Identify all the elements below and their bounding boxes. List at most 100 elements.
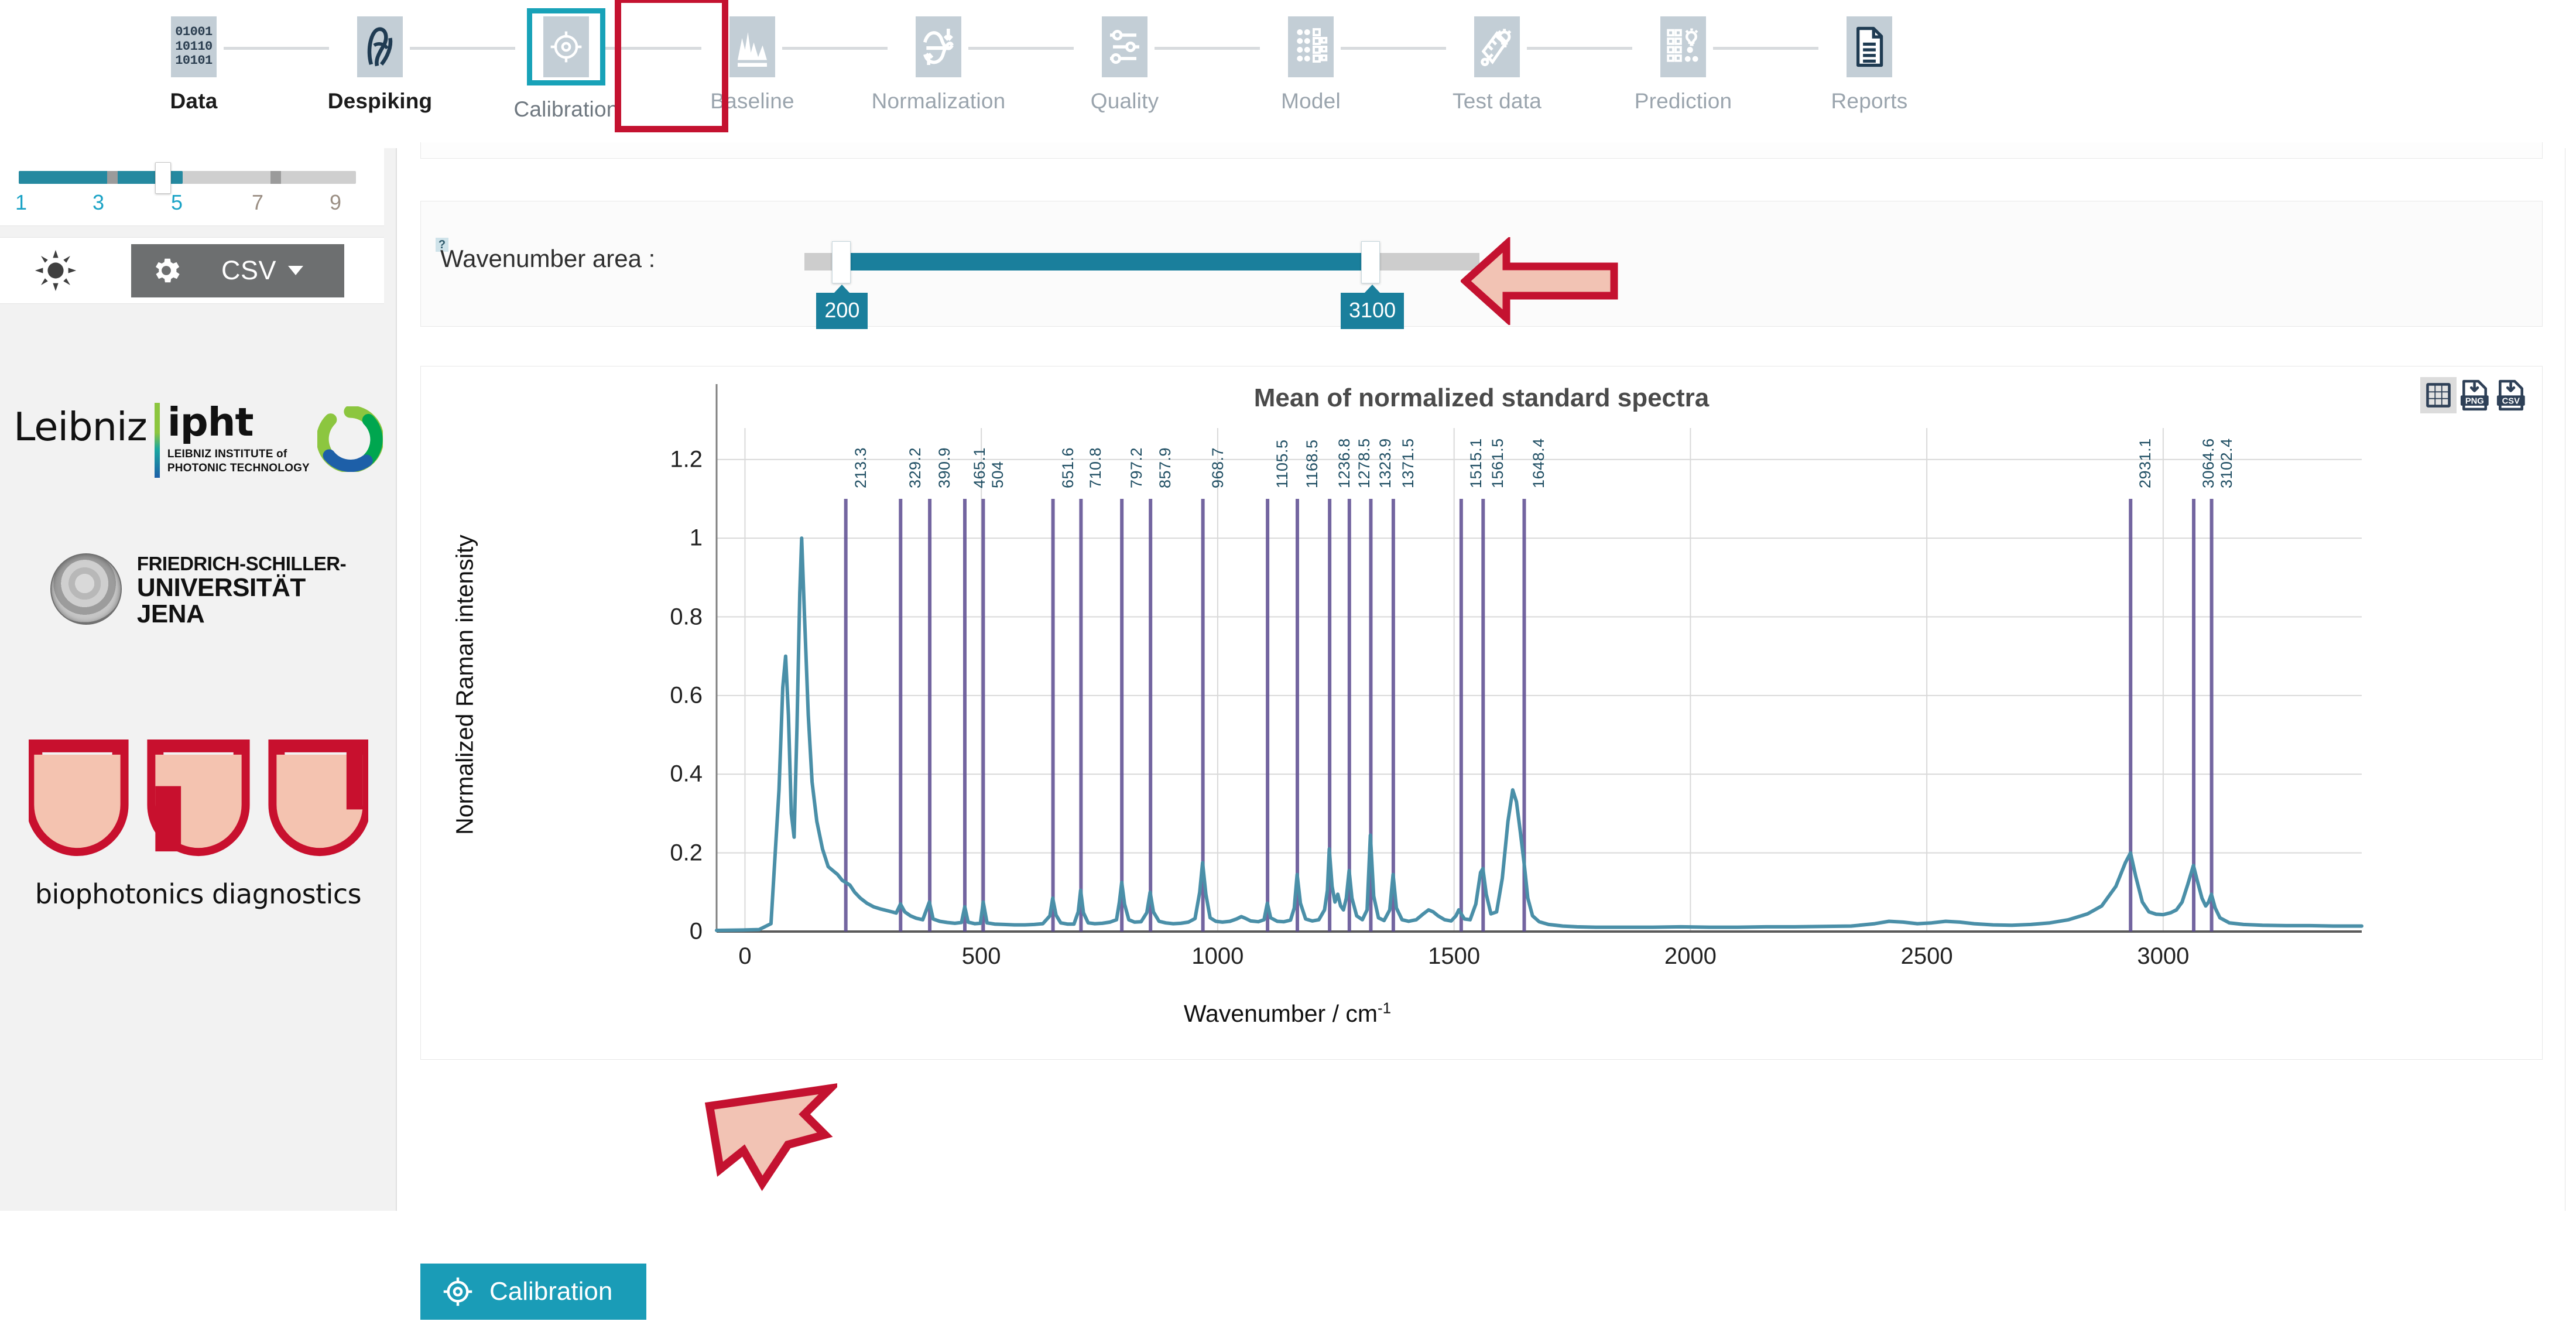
peak-label: 2931.1	[2136, 438, 2154, 488]
wavenumber-max-handle[interactable]	[1361, 241, 1381, 283]
peak-label: 465.1	[971, 447, 988, 488]
prediction-bulb-icon	[1660, 16, 1706, 77]
y-axis-tick: 1.2	[670, 446, 703, 473]
logo-ipht-subline1: LEIBNIZ INSTITUTE of	[167, 448, 287, 460]
peak-label: 3064.6	[2200, 438, 2218, 488]
smoothing-scale: 1 3 5 7 9	[0, 192, 375, 215]
smoothing-tick-7	[270, 171, 281, 184]
x-axis-tick: 500	[961, 943, 1001, 969]
step-connector	[1155, 47, 1260, 50]
step-connector	[782, 47, 888, 50]
peak-label: 213.3	[851, 447, 869, 488]
peak-label: 1323.9	[1376, 438, 1395, 488]
x-axis-tick: 2000	[1664, 943, 1717, 969]
step-label: Calibration	[513, 97, 619, 121]
calibration-button[interactable]: Calibration	[420, 1264, 646, 1320]
step-model[interactable]: Model	[1218, 16, 1446, 112]
calibration-target-icon	[543, 16, 589, 77]
smoothing-label-1: 1	[15, 190, 28, 214]
step-connector	[224, 47, 329, 50]
peak-label: 710.8	[1087, 447, 1105, 488]
step-quality[interactable]: Quality	[1032, 16, 1260, 112]
export-format-label: CSV	[221, 255, 277, 285]
calibration-panel: ? Wavenumber area : 200 3100 Mean of nor…	[396, 142, 2565, 1342]
test-data-ruler-bulb-icon	[1474, 16, 1520, 77]
model-matrix-icon	[1288, 16, 1334, 77]
step-label: Test data	[1453, 89, 1542, 113]
fsu-line1: FRIEDRICH-SCHILLER-	[136, 553, 347, 574]
smoothing-slider-track[interactable]	[19, 171, 356, 184]
logo-leibniz-ipht: Leibniz ipht LEIBNIZ INSTITUTE of PHOTON…	[0, 403, 396, 478]
y-axis-tick: 0.2	[670, 840, 703, 866]
peak-label: 1168.5	[1303, 439, 1321, 488]
step-reports[interactable]: Reports	[1776, 16, 1962, 112]
smoothing-label-5: 5	[171, 190, 183, 214]
step-prediction[interactable]: Prediction	[1590, 16, 1818, 113]
step-despiking[interactable]: Despiking	[287, 16, 515, 113]
peak-label: 3102.4	[2217, 438, 2235, 488]
step-label: Data	[170, 89, 218, 113]
spectrum-chart-card: Mean of normalized standard spectra PNG …	[420, 366, 2543, 1060]
panel-top-strip	[420, 142, 2543, 159]
quality-sliders-icon	[1102, 16, 1147, 77]
logo-fsu-jena: FRIEDRICH-SCHILLER- UNIVERSITÄT JENA	[0, 553, 396, 628]
sun-icon[interactable]	[34, 249, 77, 292]
fsu-line3: JENA	[136, 600, 205, 629]
peak-label: 1648.4	[1530, 438, 1548, 488]
export-format-button[interactable]: CSV	[131, 244, 344, 297]
calibration-button-label: Calibration	[489, 1277, 613, 1306]
step-label: Prediction	[1634, 89, 1732, 113]
binary-data-icon: 01001 10110 10101	[171, 16, 217, 77]
smoothing-label-9: 9	[330, 190, 342, 214]
smoothing-tick-3	[107, 171, 118, 184]
x-axis-tick: 0	[738, 943, 752, 969]
step-connector	[968, 47, 1074, 50]
panel-bottom-strip	[420, 1340, 2543, 1342]
logo-ipht-word: ipht	[167, 399, 254, 445]
logo-divider-bar	[154, 403, 160, 478]
gear-icon	[150, 254, 183, 287]
smoothing-slider-handle[interactable]	[155, 162, 171, 194]
peak-label: 1278.5	[1355, 438, 1373, 488]
peak-label: 651.6	[1059, 447, 1077, 488]
fsu-seal-icon	[50, 553, 122, 625]
step-label: Despiking	[327, 89, 433, 113]
calibration-target-icon	[441, 1275, 474, 1308]
peak-label: 390.9	[936, 447, 954, 488]
sidebar-tools-panel: CSV	[0, 237, 384, 304]
calibration-page: 01001 10110 10101 Data Despiking Calibration…	[0, 0, 2576, 1342]
peak-label: 1371.5	[1399, 438, 1417, 488]
wavenumber-min-value: 200	[816, 293, 868, 329]
fsu-line2: UNIVERSITÄT	[136, 573, 306, 602]
step-selected-frame	[527, 8, 605, 85]
logo-ipht-subline2: PHOTONIC TECHNOLOGY	[167, 461, 310, 474]
smoothing-label-3: 3	[93, 190, 105, 214]
workflow-stepper: 01001 10110 10101 Data Despiking Calibration…	[0, 0, 2576, 149]
peak-label: 968.7	[1208, 447, 1227, 488]
wavenumber-area-label: Wavenumber area :	[440, 245, 656, 272]
step-baseline[interactable]: Baseline	[659, 16, 888, 112]
wavenumber-min-handle[interactable]	[832, 241, 851, 283]
step-data[interactable]: 01001 10110 10101 Data	[101, 16, 329, 113]
step-calibration[interactable]: Calibration	[473, 8, 701, 121]
y-axis-tick: 0.6	[670, 682, 703, 708]
x-axis-tick: 3000	[2137, 943, 2190, 969]
peak-label: 857.9	[1156, 447, 1174, 488]
y-axis-tick: 1	[689, 525, 703, 551]
wavenumber-max-value: 3100	[1341, 293, 1405, 329]
wavenumber-range-fill	[841, 253, 1370, 271]
step-normalization[interactable]: Normalization	[845, 16, 1074, 112]
x-axis-tick: 1000	[1191, 943, 1244, 969]
smoothing-label-7: 7	[252, 190, 264, 214]
peak-label: 1105.5	[1273, 439, 1292, 488]
step-test-data[interactable]: Test data	[1404, 16, 1632, 113]
y-axis-tick: 0	[689, 918, 703, 944]
logo-leibniz-word: Leibniz	[13, 404, 148, 450]
wavenumber-range-track[interactable]: 200 3100	[804, 241, 1479, 329]
peak-label: 504	[989, 461, 1007, 488]
step-connector	[596, 47, 701, 50]
peak-label: 1515.1	[1467, 438, 1485, 488]
bpd-marks-icon	[28, 740, 368, 865]
step-connector	[410, 47, 515, 50]
y-axis-tick: 0.4	[670, 761, 703, 787]
